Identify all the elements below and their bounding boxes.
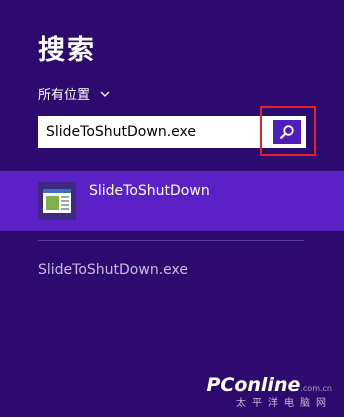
watermark-subtitle: 太平洋电脑网 — [236, 398, 332, 409]
result-app-name: SlideToShutDown — [89, 183, 210, 199]
chevron-down-icon — [100, 91, 110, 97]
watermark-logo: PConline.com.cn 太平洋电脑网 — [206, 374, 332, 409]
watermark-brand: PConline.com.cn — [206, 374, 332, 396]
annotation-highlight-box — [260, 106, 316, 156]
scope-label: 所有位置 — [38, 88, 91, 103]
divider — [38, 240, 304, 241]
search-suggestion[interactable]: SlideToShutDown.exe — [38, 262, 188, 278]
search-result-item[interactable]: SlideToShutDown — [0, 171, 344, 231]
search-input[interactable] — [38, 116, 268, 148]
app-window-icon — [38, 182, 76, 220]
page-title: 搜索 — [38, 35, 96, 66]
scope-dropdown[interactable]: 所有位置 — [38, 84, 110, 103]
